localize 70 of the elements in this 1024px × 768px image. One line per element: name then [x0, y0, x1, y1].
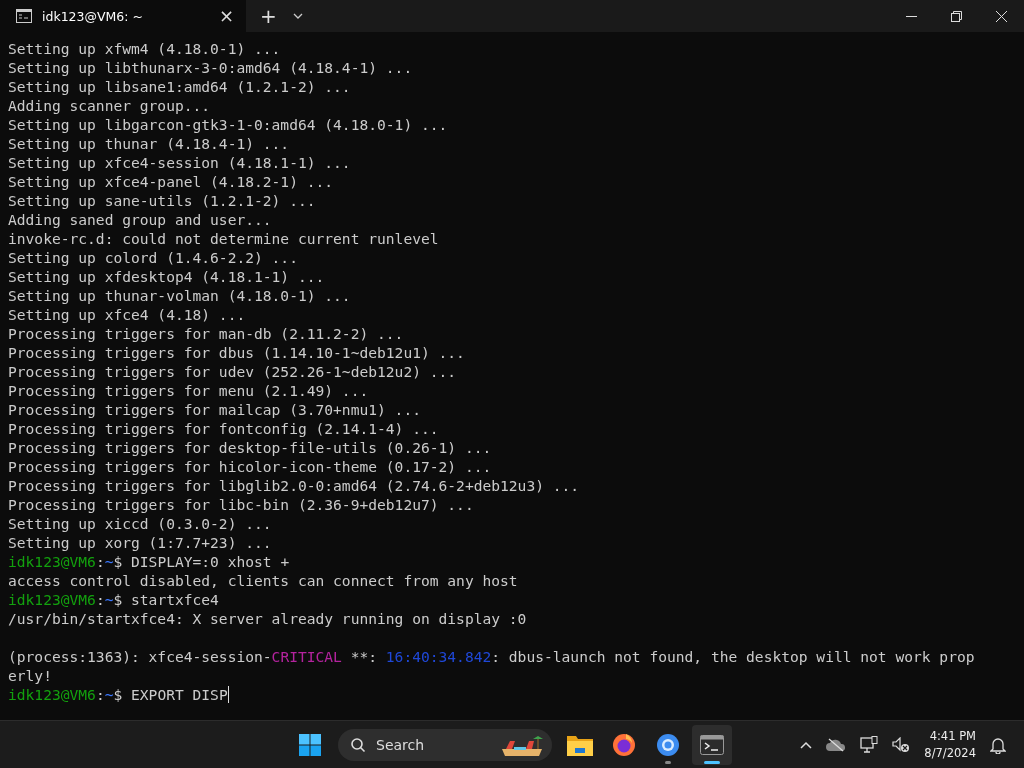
terminal-text: Setting up xfdesktop4 (4.18.1-1) ... — [8, 268, 325, 285]
terminal-text: Processing triggers for man-db (2.11.2-2) ... — [8, 325, 404, 342]
terminal-text: Setting up colord (1.4.6-2.2) ... — [8, 249, 298, 266]
terminal-text: Setting up xiccd (0.3.0-2) ... — [8, 515, 272, 532]
terminal-icon — [16, 9, 32, 23]
maximize-icon[interactable] — [951, 10, 962, 22]
terminal-tab[interactable]: idk123@VM6: ~ × — [0, 0, 246, 32]
timestamp: 16:40:34.842 — [385, 648, 492, 665]
browser-icon — [656, 732, 680, 757]
terminal-text: Setting up xfwm4 (4.18.0-1) ... — [8, 40, 281, 57]
terminal-text: invoke-rc.d: could not determine current runlevel — [8, 230, 439, 247]
close-icon[interactable] — [996, 10, 1007, 22]
folder-icon — [567, 733, 593, 756]
terminal-icon — [700, 734, 724, 755]
prompt-path: ~ — [104, 686, 114, 703]
prompt-user: idk123@VM6 — [8, 591, 96, 608]
taskbar-app-button[interactable] — [692, 724, 732, 765]
terminal-text: Processing triggers for mailcap (3.70+nmu1) ... — [8, 401, 421, 418]
cloud-off-icon[interactable] — [826, 737, 847, 752]
terminal-text: Processing triggers for udev (252.26-1~deb12u2) ... — [8, 363, 457, 380]
terminal-text: $ DISPLAY=:0 xhost + — [113, 553, 290, 570]
search-field[interactable]: Search — [374, 735, 492, 754]
prompt-path: ~ — [104, 553, 114, 570]
terminal-text: $ EXPORT DISP — [113, 686, 228, 703]
terminal-text: /usr/bin/startxfce4: X server already running on display :0 — [8, 610, 527, 627]
terminal-text: $ startxfce4 — [113, 591, 219, 608]
terminal-text: Setting up libgarcon-gtk3-1-0:amd64 (4.18.0-1) ... — [8, 116, 448, 133]
terminal-text: Setting up xfce4-session (4.18.1-1) ... — [8, 154, 351, 171]
search-bar[interactable]: Search — [338, 728, 552, 761]
terminal-text: Setting up xfce4-panel (4.18.2-1) ... — [8, 173, 334, 190]
prompt-user: idk123@VM6 — [8, 553, 96, 570]
search-icon — [350, 736, 366, 753]
terminal-text: Processing triggers for libc-bin (2.36-9+deb12u7) ... — [8, 496, 474, 513]
dropdown-icon[interactable] — [292, 13, 303, 19]
windows-logo-icon — [299, 733, 321, 756]
monitor-icon[interactable] — [860, 736, 879, 753]
terminal-text: : — [95, 591, 105, 608]
log-level: CRITICAL — [271, 648, 342, 665]
prompt-path: ~ — [104, 591, 114, 608]
terminal-text: Setting up sane-utils (1.2.1-2) ... — [8, 192, 316, 209]
terminal-text: : — [95, 686, 105, 703]
fox-browser-icon — [612, 732, 636, 757]
terminal-text: access control disabled, clients can connect from any host — [8, 572, 518, 589]
terminal-text: Adding saned group and user... — [8, 211, 272, 228]
speaker-muted-icon[interactable] — [892, 736, 911, 753]
prompt-user: idk123@VM6 — [8, 686, 96, 703]
chevron-up-icon[interactable] — [800, 740, 813, 749]
terminal-text: Processing triggers for dbus (1.14.10-1~deb12u1) ... — [8, 344, 465, 361]
terminal-text: Adding scanner group... — [8, 97, 211, 114]
terminal-text: Setting up xorg (1:7.7+23) ... — [8, 534, 272, 551]
terminal-text: Setting up libsane1:amd64 (1.2.1-2) ... — [8, 78, 351, 95]
terminal-text: erly! — [8, 667, 52, 684]
terminal-text: : — [95, 553, 105, 570]
terminal-text: Setting up thunar (4.18.4-1) ... — [8, 135, 290, 152]
close-tab-button[interactable]: × — [218, 7, 234, 25]
clock[interactable]: 4:41 PM 8/7/2024 — [924, 727, 976, 762]
new-tab-button[interactable]: + — [260, 6, 277, 26]
terminal-text: (process:1363): xfce4-session- — [8, 648, 272, 665]
terminal-text: Processing triggers for desktop-file-utils (0.26-1) ... — [8, 439, 492, 456]
terminal-text: **: — [349, 648, 379, 665]
terminal-text: : dbus-launch not found, the desktop will not work prop — [491, 648, 975, 665]
terminal-text: Setting up xfce4 (4.18) ... — [8, 306, 246, 323]
bell-icon[interactable] — [990, 735, 1006, 754]
terminal-text: Processing triggers for libglib2.0-0:amd64 (2.74.6-2+deb12u3) ... — [8, 477, 580, 494]
terminal-text: Processing triggers for menu (2.1.49) ... — [8, 382, 369, 399]
terminal-text: Processing triggers for hicolor-icon-theme (0.17-2) ... — [8, 458, 492, 475]
terminal-text: Setting up libthunarx-3-0:amd64 (4.18.4-1) ... — [8, 59, 413, 76]
terminal-text: Setting up thunar-volman (4.18.0-1) ... — [8, 287, 351, 304]
tab-title: idk123@VM6: ~ — [42, 8, 144, 24]
terminal-text: Processing triggers for fontconfig (2.14.1-4) ... — [8, 420, 439, 437]
